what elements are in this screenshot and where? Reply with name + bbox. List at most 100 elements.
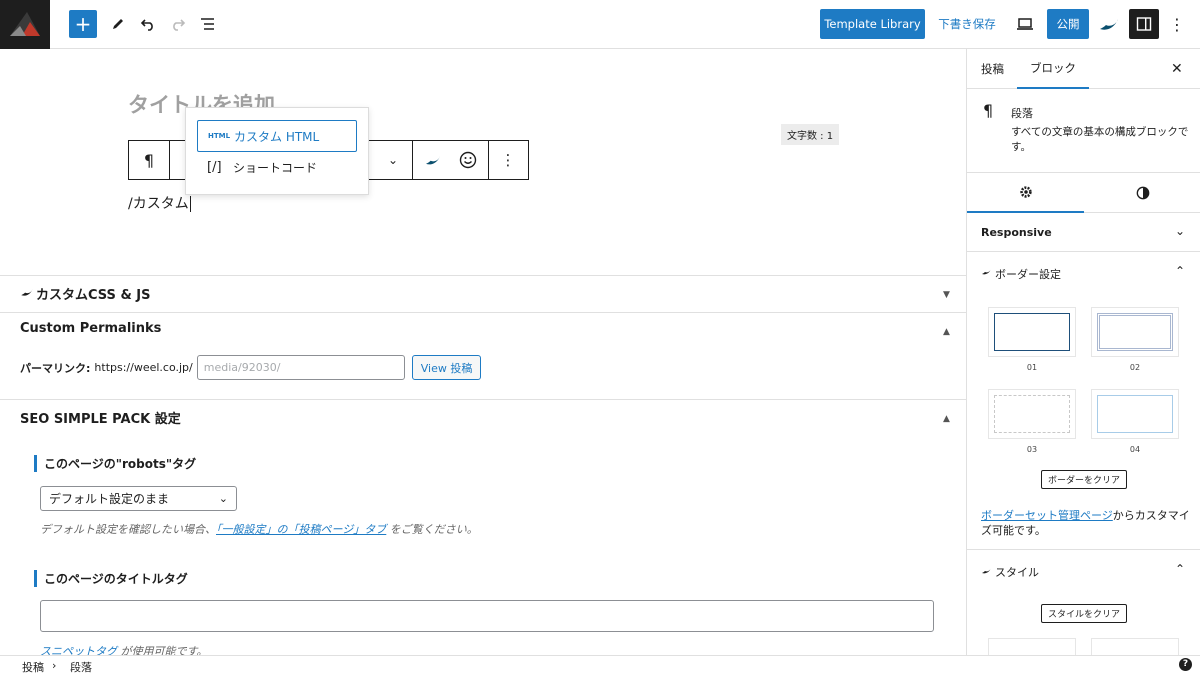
help-icon[interactable]: ?	[1179, 658, 1192, 671]
laptop-icon	[1017, 18, 1033, 30]
autocomplete-item-custom-html[interactable]: HTML カスタム HTML	[197, 120, 357, 152]
gear-icon	[1019, 186, 1032, 198]
robots-note: デフォルト設定を確認したい場合、「一般設定」の「投稿ページ」タブ をご覧ください…	[40, 521, 478, 537]
word-count-badge: 文字数 : 1	[781, 124, 840, 145]
panel-title: Responsive	[981, 226, 1052, 239]
border-option-label: 03	[1026, 445, 1038, 454]
undo-button[interactable]	[136, 10, 160, 38]
border-option-label: 04	[1129, 445, 1141, 454]
paragraph-icon: ¶	[143, 150, 155, 170]
publish-button[interactable]: 公開	[1047, 9, 1089, 39]
list-view-icon	[201, 18, 214, 30]
paragraph-block[interactable]: /カスタム​	[128, 193, 191, 213]
preview-button[interactable]	[1013, 10, 1037, 38]
options-button[interactable]: ⋮	[1165, 10, 1189, 38]
leaf-logo-icon	[21, 288, 33, 296]
top-toolbar: + Template Library 下書き保存 公開 ⋮	[0, 0, 1200, 49]
border-option-03[interactable]	[988, 389, 1076, 439]
permalink-label: パーマリンク:	[20, 361, 91, 375]
sidebar-icon	[1136, 17, 1152, 31]
toolbar-divider	[488, 141, 489, 179]
block-type-button[interactable]: ¶	[129, 141, 169, 179]
border-manage-note: ボーダーセット管理ページからカスタマイズ可能です。	[981, 508, 1191, 538]
settings-toggle-button[interactable]	[1129, 9, 1159, 39]
paragraph-icon: ¶	[983, 101, 994, 120]
smiley-icon	[459, 151, 477, 169]
block-settings-tabs	[967, 173, 1200, 213]
more-formats-button[interactable]: ⌄	[379, 141, 407, 179]
paragraph-text: /カスタム	[128, 196, 189, 212]
clear-border-button[interactable]: ボーダーをクリア	[1041, 470, 1128, 489]
chevron-right-icon: ›	[52, 659, 57, 672]
style-option[interactable]	[1091, 638, 1179, 655]
breadcrumb-item-paragraph[interactable]: 段落	[70, 659, 92, 675]
custom-css-js-metabox[interactable]: カスタムCSS & JS ▼	[0, 275, 966, 313]
document-overview-button[interactable]	[196, 10, 220, 38]
tab-block[interactable]: ブロック	[1017, 49, 1089, 89]
general-settings-link[interactable]: 「一般設定」の「投稿ページ」タブ	[216, 523, 386, 536]
chevron-up-icon[interactable]: ⌃	[1175, 562, 1185, 576]
emoji-button[interactable]	[454, 141, 482, 179]
border-option-01[interactable]	[988, 307, 1076, 357]
redo-button[interactable]	[166, 10, 190, 38]
autocomplete-item-shortcode[interactable]: [/] ショートコード	[197, 151, 357, 183]
tab-settings[interactable]	[967, 173, 1084, 213]
toolbar-divider	[412, 141, 413, 179]
title-tag-input[interactable]	[40, 600, 934, 632]
site-logo[interactable]	[0, 0, 50, 49]
plugin-button[interactable]	[1097, 10, 1121, 38]
border-manage-link[interactable]: ボーダーセット管理ページ	[981, 509, 1113, 522]
border-preview	[994, 313, 1070, 351]
style-option[interactable]	[988, 638, 1076, 655]
metabox-title: SEO SIMPLE PACK 設定	[20, 412, 181, 427]
responsive-panel[interactable]: Responsive ⌄	[967, 213, 1200, 252]
block-options-button[interactable]: ⋮	[494, 141, 522, 179]
leaf-logo-icon	[426, 156, 440, 165]
block-name: 段落	[1011, 107, 1033, 120]
permalink-row: パーマリンク: https://weel.co.jp/ media/92030/…	[20, 355, 482, 380]
robots-select[interactable]: デフォルト設定のまま ⌄	[40, 486, 237, 511]
pencil-icon	[113, 19, 123, 29]
border-settings-panel: ボーダー設定 ⌃ 01 02 03 04 ボーダーをクリア ボーダーセット管理ペ…	[967, 252, 1200, 550]
tab-post[interactable]: 投稿	[981, 49, 1004, 89]
caret-up-icon[interactable]: ▲	[943, 327, 950, 337]
block-autocomplete-popover: HTML カスタム HTML [/] ショートコード	[185, 107, 369, 195]
snippet-tag-link[interactable]: スニペットタグ	[40, 645, 117, 655]
plus-icon: +	[74, 12, 92, 36]
autocomplete-label: カスタム HTML	[234, 129, 320, 144]
shortcode-icon: [/]	[207, 159, 222, 175]
template-library-button[interactable]: Template Library	[820, 9, 925, 39]
plugin-format-button[interactable]	[419, 141, 447, 179]
settings-sidebar: 投稿 ブロック ✕ ¶ 段落 すべての文章の基本の構成ブロックです。 Respo…	[966, 49, 1200, 655]
tools-button[interactable]	[106, 10, 130, 38]
autocomplete-label: ショートコード	[233, 160, 318, 175]
html-icon: HTML	[208, 132, 231, 140]
tab-styles[interactable]	[1084, 173, 1200, 213]
caret-down-icon[interactable]: ▼	[943, 290, 950, 300]
toolbar-divider	[169, 141, 170, 179]
permalink-input[interactable]: media/92030/	[196, 355, 405, 380]
border-preview	[1097, 313, 1173, 351]
breadcrumb-item-post[interactable]: 投稿	[22, 659, 44, 675]
style-panel: スタイル ⌃ スタイルをクリア	[967, 550, 1200, 655]
caret-up-icon[interactable]: ▲	[943, 414, 950, 424]
redo-icon	[173, 19, 186, 31]
chevron-up-icon[interactable]: ⌃	[1175, 264, 1185, 278]
save-draft-button[interactable]: 下書き保存	[936, 10, 998, 38]
view-post-button[interactable]: View 投稿	[411, 355, 482, 380]
block-breadcrumb: 投稿 › 段落 ?	[0, 655, 1200, 676]
snippet-note-suffix: が使用可能です。	[117, 645, 208, 655]
border-option-04[interactable]	[1091, 389, 1179, 439]
robots-select-value: デフォルト設定のまま	[49, 492, 170, 506]
close-sidebar-button[interactable]: ✕	[1171, 49, 1183, 89]
panel-title: スタイル	[995, 566, 1039, 579]
border-option-02[interactable]	[1091, 307, 1179, 357]
add-block-button[interactable]: +	[69, 10, 97, 38]
close-icon: ✕	[1171, 61, 1183, 77]
robots-note-prefix: デフォルト設定を確認したい場合、	[40, 523, 216, 536]
leaf-logo-icon	[982, 568, 991, 574]
clear-style-button[interactable]: スタイルをクリア	[1041, 604, 1128, 623]
robots-tag-heading: このページの"robots"タグ	[34, 455, 196, 472]
sidebar-tabs: 投稿 ブロック ✕	[967, 49, 1200, 89]
panel-title: ボーダー設定	[995, 268, 1061, 281]
